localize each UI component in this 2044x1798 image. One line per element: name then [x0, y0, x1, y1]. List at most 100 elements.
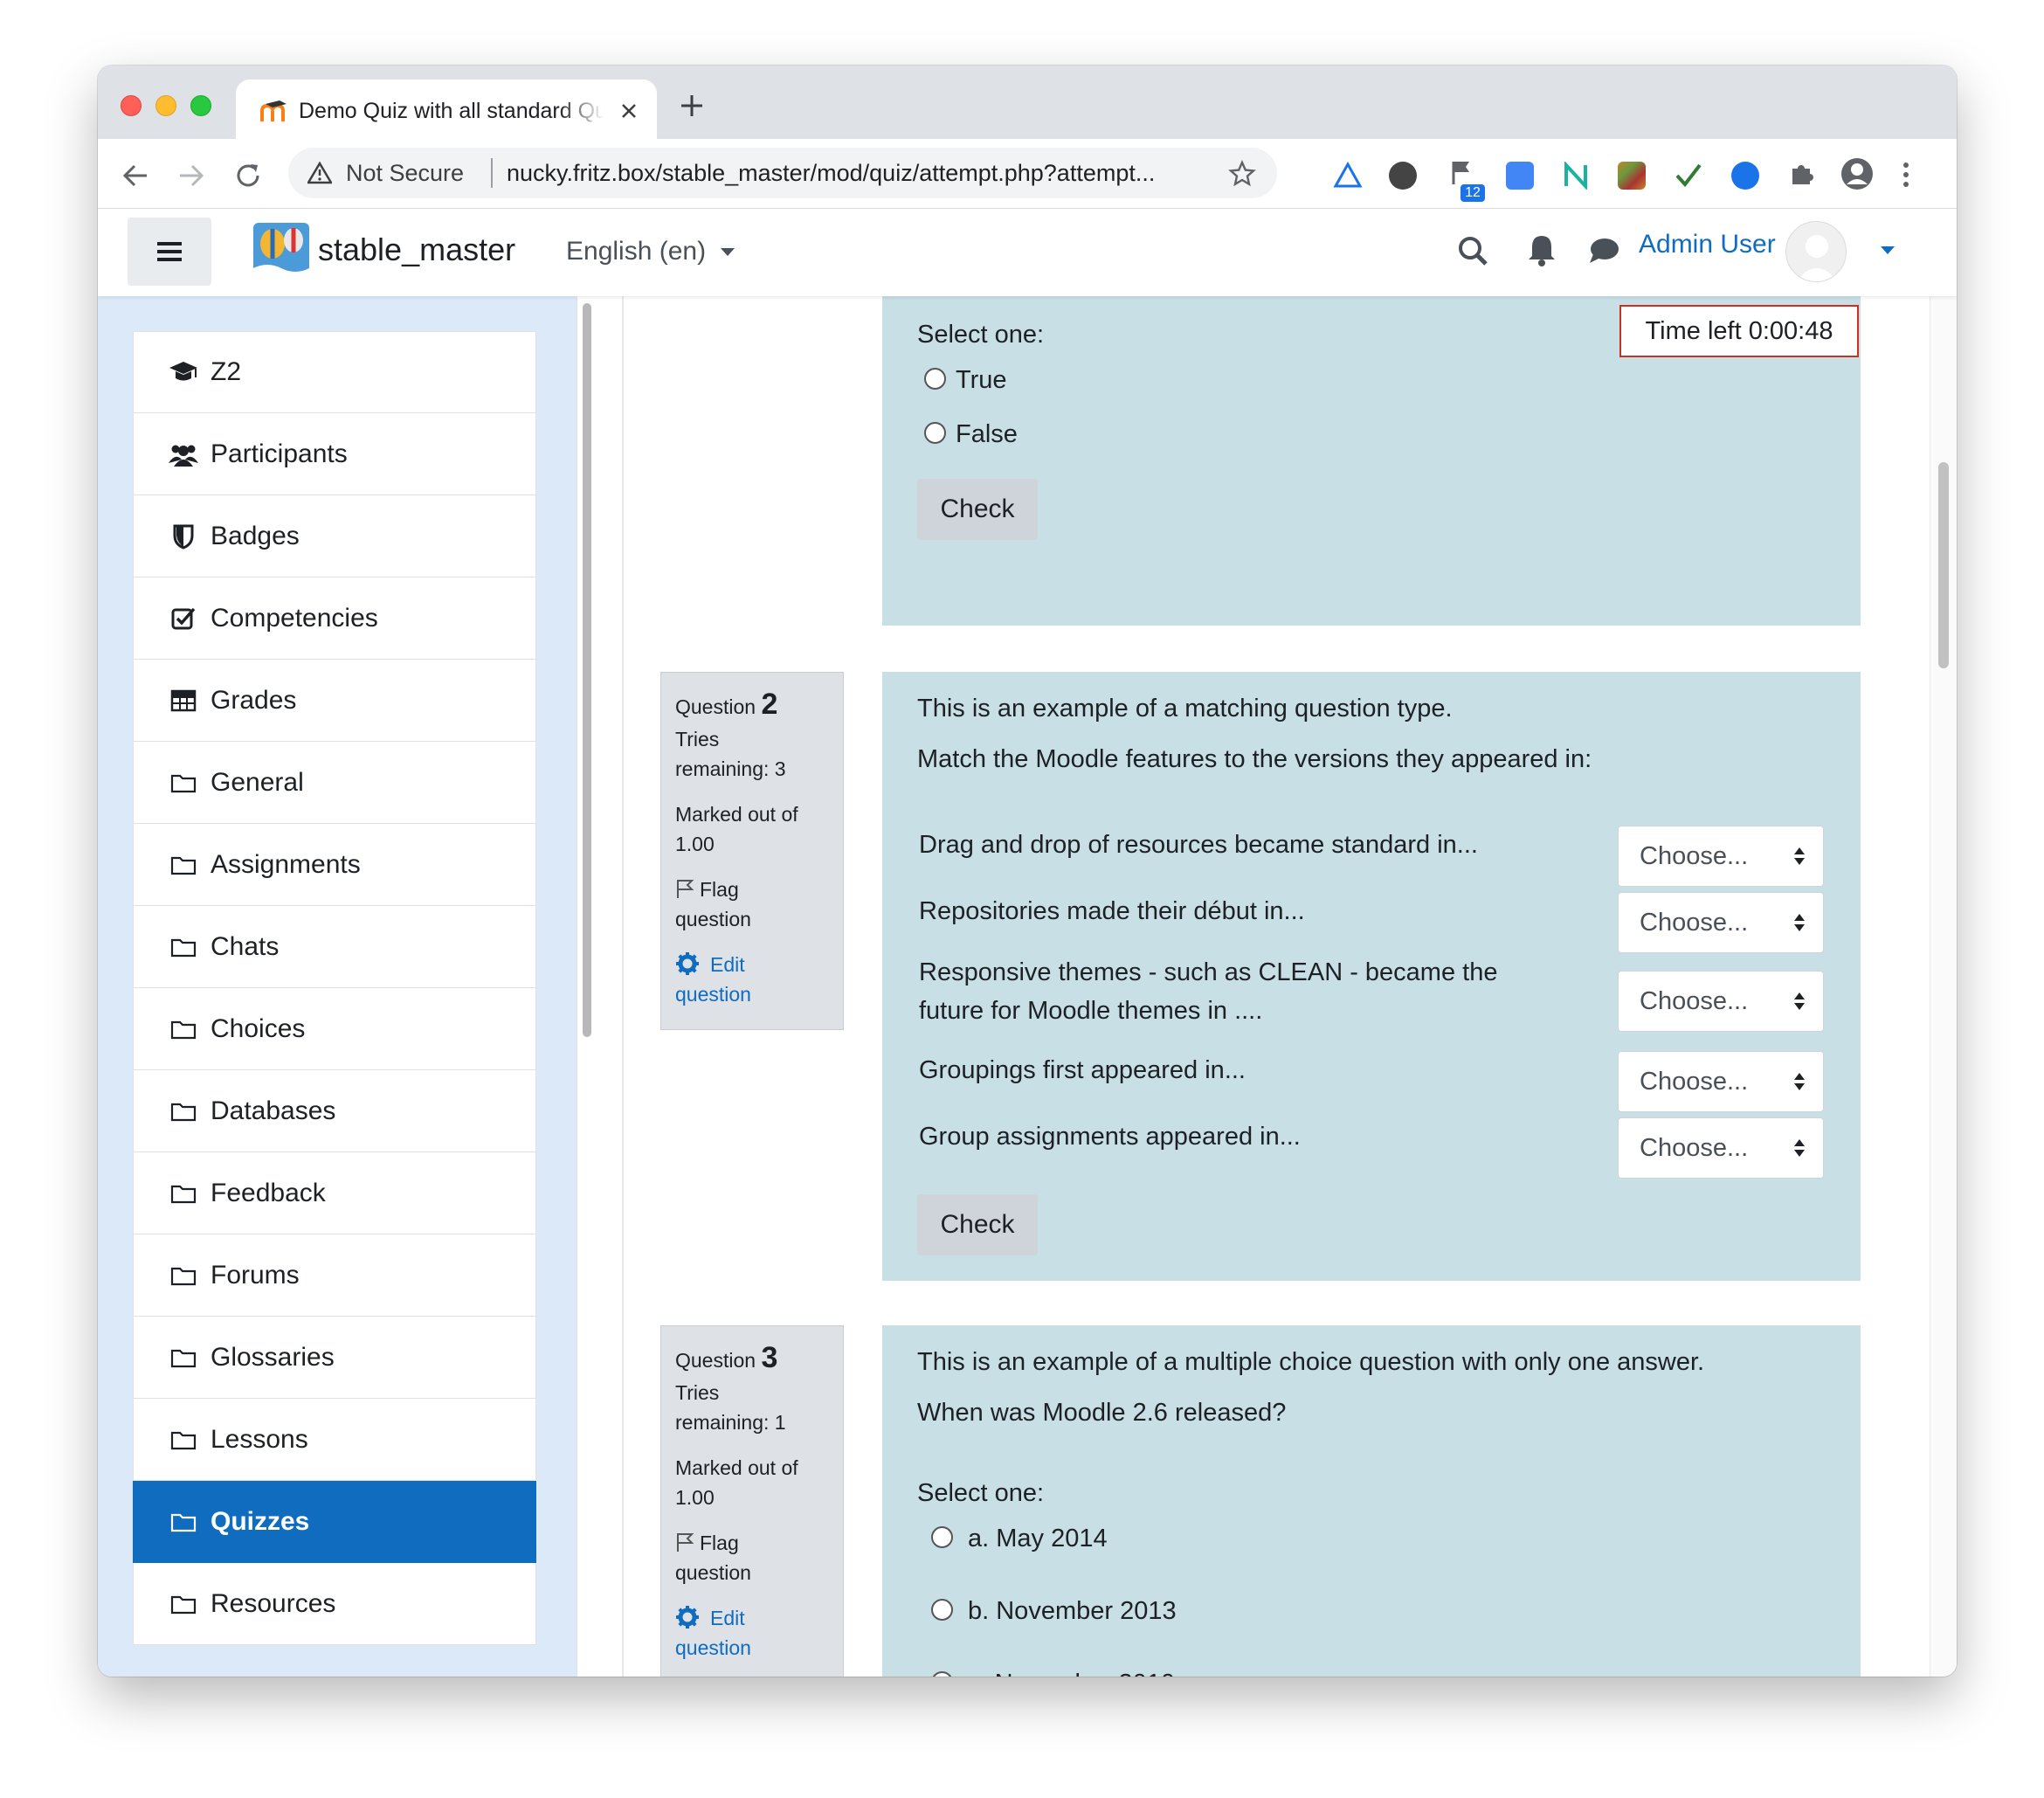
- user-name[interactable]: Admin User: [1639, 230, 1776, 259]
- messages-icon[interactable]: [1588, 237, 1619, 265]
- drawer-item-feedback[interactable]: Feedback: [133, 1152, 536, 1234]
- puzzle-extensions-icon[interactable]: [1787, 160, 1815, 188]
- drawer-item-label: Grades: [211, 685, 297, 715]
- drawer-scrollbar[interactable]: [577, 296, 596, 1677]
- folder-icon: [169, 1014, 198, 1044]
- edit-question-link[interactable]: Edit: [675, 950, 829, 979]
- shield-icon: [169, 522, 198, 551]
- language-caret-icon[interactable]: [720, 247, 735, 258]
- drawer-scrollbar-thumb[interactable]: [583, 303, 591, 1037]
- minimize-window-button[interactable]: [155, 95, 176, 116]
- match-select-4[interactable]: Choose...: [1618, 1051, 1824, 1112]
- drawer-item-competencies[interactable]: Competencies: [133, 577, 536, 660]
- url-text[interactable]: nucky.fritz.box/stable_master/mod/quiz/a…: [507, 160, 1155, 187]
- security-label[interactable]: Not Secure: [346, 160, 464, 187]
- option-true-label[interactable]: True: [956, 366, 1007, 395]
- drawer-item-course[interactable]: Z2: [133, 331, 536, 413]
- site-name[interactable]: stable_master: [318, 232, 515, 268]
- nav-drawer: Z2 Participants Badges Competencies Grad…: [98, 296, 596, 1677]
- check-button[interactable]: Check: [917, 479, 1038, 540]
- site-logo-icon[interactable]: [253, 223, 309, 279]
- drawer-toggle-button[interactable]: [128, 218, 211, 286]
- drawer-item-databases[interactable]: Databases: [133, 1070, 536, 1152]
- drawer-item-forums[interactable]: Forums: [133, 1234, 536, 1317]
- match-select-3[interactable]: Choose...: [1618, 971, 1824, 1032]
- option-c-label[interactable]: c. November 2010: [968, 1670, 1175, 1677]
- edit-line2[interactable]: question: [675, 1633, 829, 1663]
- new-tab-icon[interactable]: [680, 93, 704, 118]
- drawer-item-choices[interactable]: Choices: [133, 988, 536, 1070]
- drawer-item-label: Chats: [211, 931, 280, 961]
- close-tab-icon[interactable]: [620, 102, 638, 120]
- drawer-item-label: Glossaries: [211, 1342, 335, 1372]
- drawer-item-lessons[interactable]: Lessons: [133, 1399, 536, 1481]
- option-false-label[interactable]: False: [956, 420, 1018, 449]
- search-icon[interactable]: [1457, 235, 1488, 266]
- back-icon[interactable]: [122, 163, 148, 188]
- match-select-1[interactable]: Choose...: [1618, 826, 1824, 887]
- drawer-item-badges[interactable]: Badges: [133, 495, 536, 577]
- blue-extension-icon[interactable]: [1731, 162, 1759, 190]
- marked-line1: Marked out of: [675, 1456, 798, 1479]
- flag-question-link[interactable]: Flag: [675, 875, 829, 904]
- notifications-bell-icon[interactable]: [1527, 233, 1557, 266]
- drawer-item-grades[interactable]: Grades: [133, 660, 536, 742]
- hamburger-icon: [157, 242, 182, 261]
- users-icon: [169, 439, 198, 469]
- flag-question-link[interactable]: Flag: [675, 1528, 829, 1558]
- drawer-list: Z2 Participants Badges Competencies Grad…: [133, 331, 536, 1645]
- page-scrollbar-thumb[interactable]: [1938, 462, 1949, 668]
- radio-option-c[interactable]: [931, 1671, 953, 1677]
- radio-option-b[interactable]: [931, 1599, 953, 1621]
- drawer-item-resources[interactable]: Resources: [133, 1563, 536, 1645]
- drawer-item-general[interactable]: General: [133, 742, 536, 824]
- forward-icon[interactable]: [178, 163, 204, 188]
- drawer-item-chats[interactable]: Chats: [133, 906, 536, 988]
- question2-info: Question 2 Tries remaining: 3 Marked out…: [660, 672, 844, 1030]
- edit-line2[interactable]: question: [675, 979, 829, 1009]
- select-caret-icon: [1794, 992, 1805, 1010]
- language-menu[interactable]: English (en): [566, 237, 706, 266]
- radio-false[interactable]: [924, 422, 946, 444]
- gear-icon: [676, 952, 699, 975]
- drawer-item-label: Quizzes: [211, 1506, 310, 1536]
- browser-menu-icon[interactable]: [1901, 160, 1911, 190]
- drawer-item-glossaries[interactable]: Glossaries: [133, 1317, 536, 1399]
- flag-extension-icon[interactable]: [1448, 158, 1478, 188]
- drawer-item-participants[interactable]: Participants: [133, 413, 536, 495]
- user-menu-caret-icon[interactable]: [1880, 245, 1896, 256]
- match-stem-2: Repositories made their début in...: [919, 897, 1305, 925]
- maximize-window-button[interactable]: [190, 95, 211, 116]
- select-one-label: Select one:: [917, 321, 1045, 349]
- match-select-5[interactable]: Choose...: [1618, 1117, 1824, 1179]
- tab-active[interactable]: Demo Quiz with all standard Qu: [236, 80, 657, 139]
- reload-icon[interactable]: [234, 162, 262, 190]
- gear-icon: [676, 1606, 699, 1629]
- translate-extension-icon[interactable]: [1506, 162, 1534, 190]
- edit-question-link[interactable]: Edit: [675, 1603, 829, 1633]
- match-select-2[interactable]: Choose...: [1618, 892, 1824, 953]
- table-icon: [169, 686, 198, 716]
- check-extension-icon[interactable]: [1674, 160, 1703, 190]
- page-scrollbar[interactable]: [1930, 296, 1957, 1677]
- drawer-item-quizzes[interactable]: Quizzes: [133, 1481, 536, 1563]
- check-button[interactable]: Check: [917, 1194, 1038, 1255]
- option-b-label[interactable]: b. November 2013: [968, 1597, 1177, 1626]
- drive-extension-icon[interactable]: [1333, 162, 1363, 190]
- radio-option-a[interactable]: [931, 1526, 953, 1548]
- address-bar[interactable]: Not Secure nucky.fritz.box/stable_master…: [288, 148, 1277, 198]
- question-number: 2: [761, 688, 778, 721]
- wordpress-extension-icon[interactable]: [1389, 162, 1417, 190]
- radio-true[interactable]: [924, 368, 946, 390]
- drawer-item-label: Competencies: [211, 603, 378, 633]
- flag-line2: question: [675, 908, 751, 930]
- close-window-button[interactable]: [121, 95, 142, 116]
- pattern-extension-icon[interactable]: [1618, 162, 1646, 190]
- profile-icon[interactable]: [1840, 156, 1875, 191]
- drawer-item-assignments[interactable]: Assignments: [133, 824, 536, 906]
- avatar[interactable]: [1785, 221, 1847, 282]
- match-stem-1: Drag and drop of resources became standa…: [919, 831, 1478, 859]
- option-a-label[interactable]: a. May 2014: [968, 1525, 1108, 1553]
- bookmark-star-icon[interactable]: [1228, 160, 1256, 188]
- n-extension-icon[interactable]: [1562, 162, 1590, 190]
